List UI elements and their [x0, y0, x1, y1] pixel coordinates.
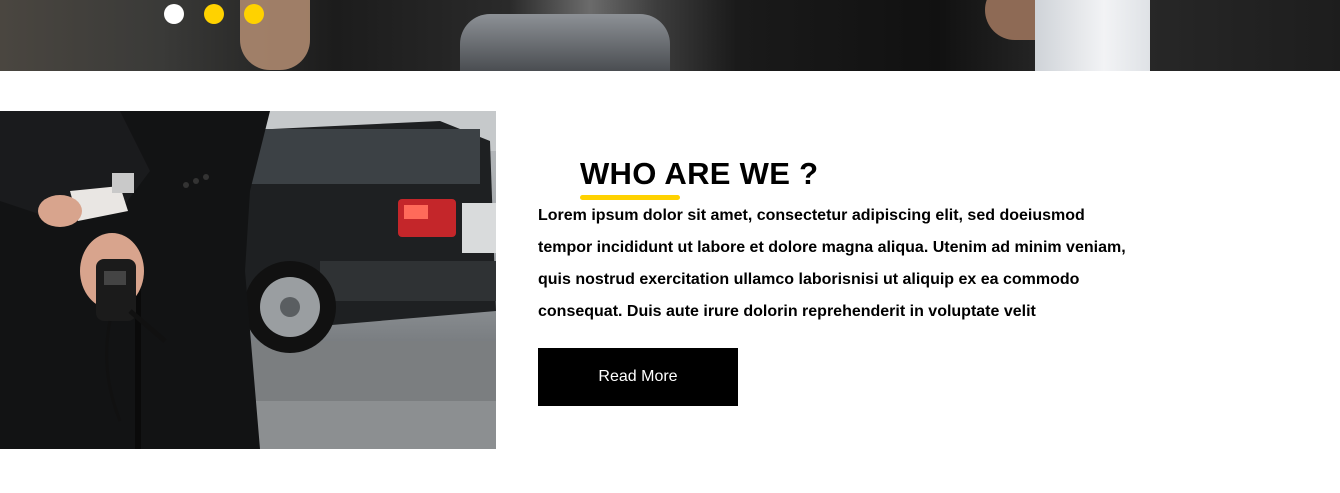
section-heading: WHO ARE WE ?	[580, 156, 819, 191]
security-guard-photo	[0, 111, 496, 449]
slider-dot-1[interactable]	[164, 4, 184, 24]
about-body-text: Lorem ipsum dolor sit amet, consectetur …	[538, 207, 1126, 320]
slider-dots	[164, 4, 264, 24]
hero-photo-car	[460, 14, 670, 71]
read-more-button[interactable]: Read More	[538, 348, 738, 406]
hero-photo-shirt	[1035, 0, 1150, 71]
slider-dot-2[interactable]	[204, 4, 224, 24]
hero-banner	[0, 0, 1340, 71]
slider-dot-3[interactable]	[244, 4, 264, 24]
